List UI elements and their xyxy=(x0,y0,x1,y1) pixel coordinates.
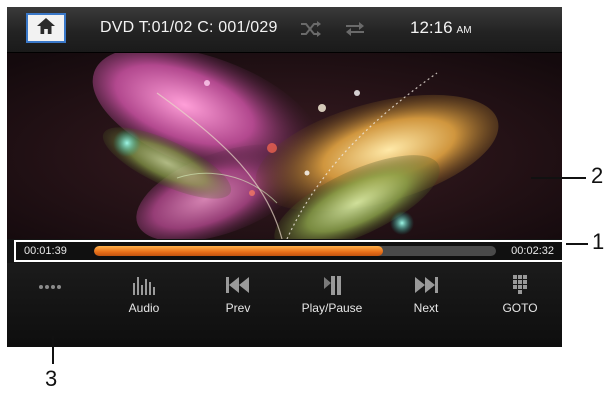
more-button[interactable] xyxy=(7,273,93,331)
repeat-icon xyxy=(343,20,367,43)
clock-ampm: AM xyxy=(456,25,472,36)
callout-2-line xyxy=(531,177,586,179)
goto-label: GOTO xyxy=(502,301,538,315)
prev-button[interactable]: Prev xyxy=(195,273,281,331)
video-area[interactable] xyxy=(7,53,562,239)
clock: 12:16 AM xyxy=(410,18,472,38)
home-icon xyxy=(36,17,56,40)
next-label: Next xyxy=(413,301,439,315)
callout-1-line xyxy=(566,243,588,245)
total-time: 00:02:32 xyxy=(511,245,554,257)
audio-button[interactable]: Audio xyxy=(101,273,187,331)
clock-time: 12:16 xyxy=(410,18,453,37)
prev-icon xyxy=(223,273,253,297)
goto-icon xyxy=(505,273,535,297)
video-frame-image xyxy=(7,53,562,239)
home-button[interactable] xyxy=(26,13,66,43)
next-button[interactable]: Next xyxy=(383,273,469,331)
callout-3: 3 xyxy=(45,366,58,391)
callout-2: 2 xyxy=(591,163,604,188)
dvd-player-screen: DVD T:01/02 C: 001/029 12:16 AM 00:01:39… xyxy=(7,7,562,347)
play-pause-icon xyxy=(317,273,347,297)
progress-track[interactable] xyxy=(94,246,496,256)
shuffle-icon xyxy=(299,20,323,43)
play-pause-button[interactable]: Play/Pause xyxy=(289,273,375,331)
status-bar: DVD T:01/02 C: 001/029 12:16 AM xyxy=(7,7,562,53)
next-icon xyxy=(411,273,441,297)
progress-fill xyxy=(94,246,384,256)
audio-icon xyxy=(129,273,159,297)
audio-label: Audio xyxy=(128,301,160,315)
callout-1: 1 xyxy=(592,229,605,254)
control-bar: Audio Prev Play/Pause Next GOTO xyxy=(7,263,562,347)
disc-track-chapter-title: DVD T:01/02 C: 001/029 xyxy=(100,19,278,36)
playback-progress-bar[interactable]: 00:01:39 00:02:32 xyxy=(14,240,562,262)
elapsed-time: 00:01:39 xyxy=(24,245,67,257)
more-dots-icon xyxy=(30,273,70,297)
prev-label: Prev xyxy=(225,301,251,315)
callout-3-line xyxy=(52,336,54,364)
play-pause-label: Play/Pause xyxy=(301,301,363,315)
goto-button[interactable]: GOTO xyxy=(477,273,562,331)
